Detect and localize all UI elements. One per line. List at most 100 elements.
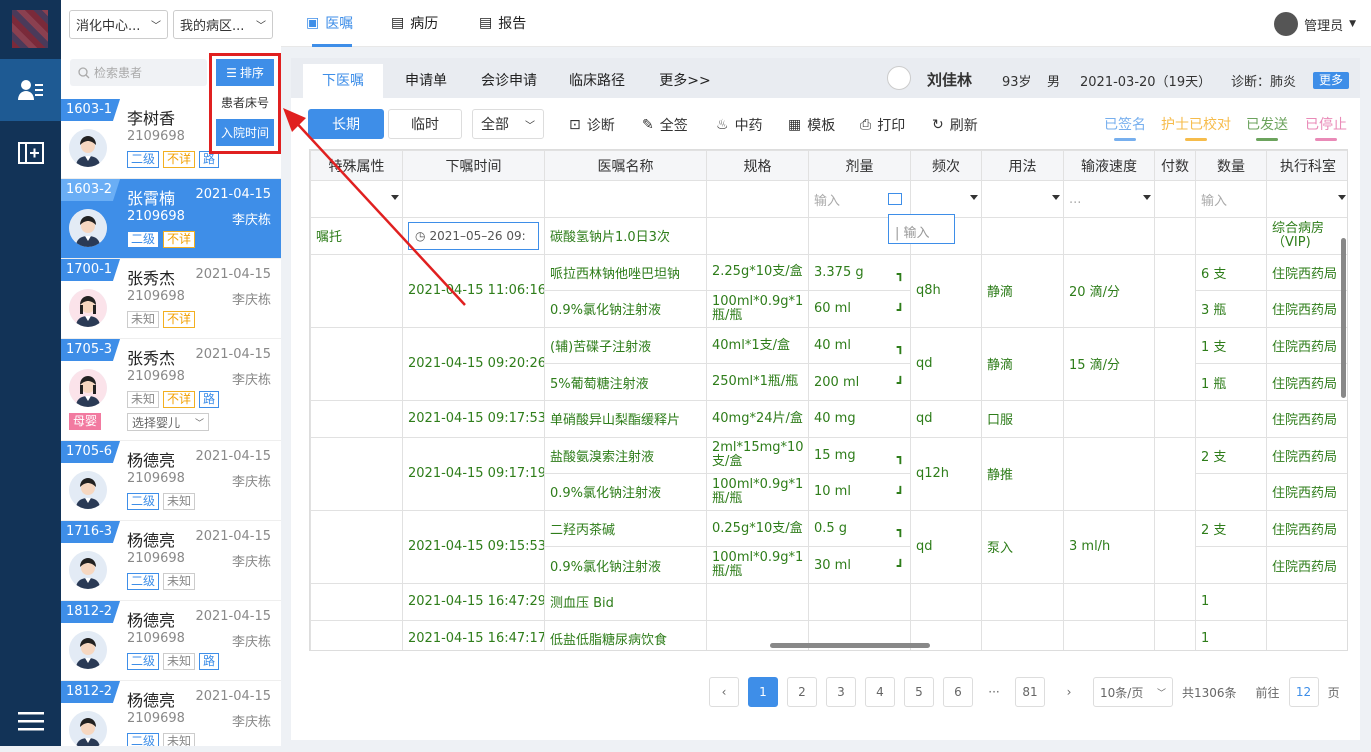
filter-freq[interactable]	[910, 180, 982, 218]
patient-avatar-icon	[69, 129, 107, 167]
sign-all-button[interactable]: ✎ 全签	[642, 115, 688, 135]
filter-count[interactable]	[1154, 180, 1196, 218]
page-button[interactable]: 4	[865, 677, 895, 707]
page-button[interactable]: 2	[787, 677, 817, 707]
page-button[interactable]: 3	[826, 677, 856, 707]
order-time-input[interactable]: ◷ 2021–05–26 09:	[402, 217, 545, 255]
patient-list-nav-icon[interactable]	[0, 59, 61, 121]
patient-name: 李树香	[127, 109, 176, 128]
bed-number: 1700-1	[61, 259, 121, 281]
long-term-button[interactable]: 长期	[308, 109, 384, 139]
order-qty: 1 瓶	[1195, 363, 1267, 401]
herb-button[interactable]: ♨ 中药	[716, 115, 763, 135]
table-row[interactable]: 2021-04-15 09:17:19 盐酸氨溴索注射液 2ml*15mg*10支/…	[310, 436, 1347, 511]
page-button[interactable]: 5	[904, 677, 934, 707]
tab-consult[interactable]: 会诊申请	[471, 64, 547, 98]
orders-table: 特殊属性 下嘱时间 医嘱名称 规格 剂量 频次 用法 输液速度 付数 数量 执行科室 输入 ... …	[309, 149, 1348, 651]
dept-select[interactable]: 消化中心... ﹀	[69, 10, 168, 39]
filter-name[interactable]	[544, 180, 707, 218]
patient-card[interactable]: 1716-3 杨德亮 2021-04-15 2109698 李庆栋 二级 未知	[61, 521, 281, 601]
herb-icon: ♨	[716, 117, 729, 133]
page-button[interactable]: 6	[943, 677, 973, 707]
sort-button[interactable]: ☰ 排序	[216, 59, 274, 86]
prev-page-button[interactable]: ‹	[709, 677, 739, 707]
page-button[interactable]: 1	[748, 677, 778, 707]
status-badge: 二级	[127, 573, 160, 590]
status-badge: 二级	[127, 151, 160, 168]
edit-icon: ✎	[642, 117, 654, 133]
next-page-button[interactable]: ›	[1054, 677, 1084, 707]
table-row[interactable]: 2021-04-15 09:17:53 单硝酸异山梨酯缓释片 40mg*24片/盒 4…	[310, 399, 1347, 438]
tab-more[interactable]: 更多>>	[647, 64, 723, 98]
temporary-button[interactable]: 临时	[388, 109, 462, 139]
filter-time[interactable]	[402, 180, 545, 218]
order-spec: 2ml*15mg*10支/盒	[706, 436, 809, 475]
vertical-scrollbar[interactable]	[1341, 238, 1346, 398]
tab-application[interactable]: 申请单	[391, 64, 461, 98]
add-panel-nav-icon[interactable]	[0, 122, 61, 184]
filter-speed[interactable]: ...	[1063, 180, 1155, 218]
tab-new-order[interactable]: 下医嘱	[303, 64, 383, 98]
patient-avatar	[887, 66, 911, 90]
order-spec: 0.25g*10支/盒	[706, 509, 809, 548]
tab-reports[interactable]: ▤ 报告	[479, 13, 526, 33]
goto-page-input[interactable]: 12	[1288, 677, 1319, 707]
print-button[interactable]: ⎙ 打印	[860, 115, 905, 135]
avatar	[1274, 12, 1299, 36]
order-qty: 2 支	[1195, 509, 1267, 548]
patient-tags: 未知 不详路	[127, 391, 220, 408]
dose-value: 60 ml	[814, 301, 851, 317]
order-name: 0.9%氯化钠注射液	[544, 290, 707, 328]
filter-attr[interactable]	[310, 180, 403, 218]
order-usage: 静滴	[981, 326, 1064, 401]
patient-card[interactable]: 1700-1 张秀杰 2021-04-15 2109698 李庆栋 未知 不详	[61, 259, 281, 339]
order-name[interactable]: 碳酸氢钠片1.0日3次	[544, 217, 707, 255]
sort-option-bed[interactable]: 患者床号	[216, 89, 274, 116]
dose-popup-input[interactable]: | 输入	[888, 214, 955, 244]
filter-dept[interactable]	[1266, 180, 1347, 218]
patient-card[interactable]: 1812-2 杨德亮 2021-04-15 2109698 李庆栋 二级 未知路	[61, 601, 281, 681]
patient-search-input[interactable]: 检索患者	[70, 59, 207, 86]
refresh-button[interactable]: ↻ 刷新	[932, 115, 978, 135]
table-row[interactable]: 2021-04-15 11:06:16 哌拉西林钠他唑巴坦钠 2.25g*10支/盒…	[310, 253, 1347, 328]
patient-name: 张秀杰	[127, 269, 176, 288]
bed-number: 1812-2	[61, 681, 121, 703]
diagnose-button[interactable]: ⊡ 诊断	[569, 115, 615, 135]
page-size-select[interactable]: 10条/页 ﹀	[1093, 677, 1173, 707]
patient-card[interactable]: 1705-6 杨德亮 2021-04-15 2109698 李庆栋 二级 未知	[61, 441, 281, 521]
table-row[interactable]: 2021-04-15 09:15:53 二羟丙茶碱 0.25g*10支/盒 0.5 g…	[310, 509, 1347, 584]
table-row[interactable]: 2021-04-15 16:47:29 测血压 Bid 1	[310, 582, 1347, 621]
sort-option-admission[interactable]: 入院时间	[216, 119, 274, 146]
page-button[interactable]: 81	[1015, 677, 1045, 707]
filter-spec[interactable]	[706, 180, 809, 218]
filter-usage[interactable]	[981, 180, 1064, 218]
baby-select[interactable]: 选择婴儿 ﹀	[127, 413, 209, 431]
order-time: 2021-04-15 09:20:26	[402, 326, 545, 401]
tab-orders[interactable]: ▣ 医嘱	[306, 13, 353, 33]
patient-card[interactable]: 1603-2 张霄楠 2021-04-15 2109698 李庆栋 二级 不详	[61, 179, 281, 259]
more-info-button[interactable]: 更多	[1313, 72, 1350, 89]
group-bracket-icon: ┛	[896, 558, 904, 573]
horizontal-scrollbar[interactable]	[770, 643, 930, 648]
patient-card[interactable]: 1812-2 杨德亮 2021-04-15 2109698 李庆栋 二级 未知	[61, 681, 281, 746]
dose-value: 40 ml	[814, 338, 851, 354]
patient-id: 2109698	[127, 129, 185, 144]
template-button[interactable]: ▦ 模板	[788, 115, 835, 135]
user-menu[interactable]: 管理员 ▼	[1274, 12, 1356, 36]
filter-dose[interactable]: 输入	[808, 180, 911, 218]
tab-label: 医嘱	[325, 16, 354, 32]
menu-icon[interactable]	[0, 690, 61, 752]
ward-select[interactable]: 我的病区... ﹀	[173, 10, 273, 39]
patient-tags: 未知 不详	[127, 311, 196, 328]
column-header: 剂量	[808, 150, 911, 181]
legend-label: 护士已校对	[1161, 117, 1231, 133]
filter-all-select[interactable]: 全部 ﹀	[472, 109, 544, 139]
legend-bar	[1315, 138, 1337, 141]
tab-clinical-path[interactable]: 临床路径	[559, 64, 635, 98]
patient-card[interactable]: 1705-3 张秀杰 2021-04-15 2109698 李庆栋 未知 不详路 …	[61, 339, 281, 441]
calendar-icon[interactable]	[888, 193, 902, 205]
tab-records[interactable]: ▤ 病历	[391, 13, 438, 33]
table-row[interactable]: 2021-04-15 09:20:26 (辅)苦碟子注射液 40ml*1支/盒 40 …	[310, 326, 1347, 401]
order-spec: 2.25g*10支/盒	[706, 253, 809, 292]
filter-qty[interactable]: 输入	[1195, 180, 1267, 218]
